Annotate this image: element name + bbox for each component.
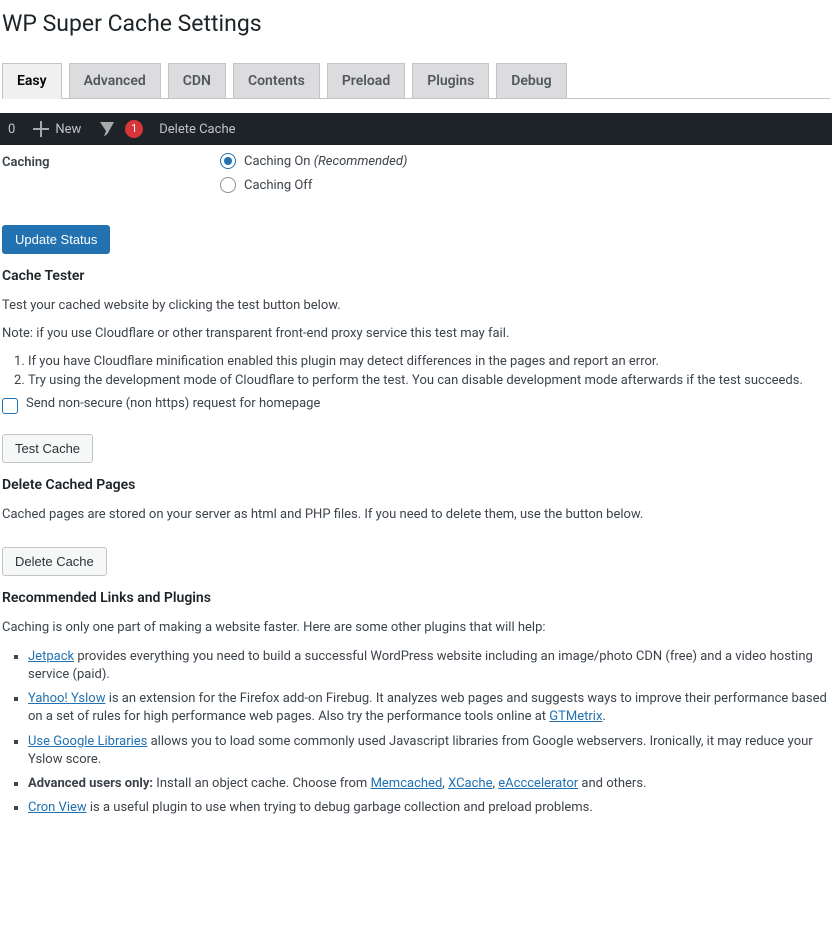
cron-view-link[interactable]: Cron View xyxy=(28,800,87,815)
caching-off-label: Caching Off xyxy=(244,178,312,193)
list-item: Jetpack provides everything you need to … xyxy=(28,648,830,684)
adminbar-new-label: New xyxy=(55,122,81,137)
recommended-intro: Caching is only one part of making a web… xyxy=(2,620,830,635)
eaccelerator-link[interactable]: eAcccelerator xyxy=(498,776,578,791)
cache-tester-heading: Cache Tester xyxy=(2,268,830,284)
jetpack-link[interactable]: Jetpack xyxy=(28,649,74,664)
tab-plugins[interactable]: Plugins xyxy=(412,63,489,98)
list-item: Cron View is a useful plugin to use when… xyxy=(28,799,830,817)
adminbar-new[interactable]: New xyxy=(23,113,89,145)
tab-preload[interactable]: Preload xyxy=(327,63,405,98)
list-item: Use Google Libraries allows you to load … xyxy=(28,733,830,769)
gtmetrix-link[interactable]: GTMetrix xyxy=(549,709,602,724)
yoast-icon xyxy=(97,119,117,139)
adminbar-delete-cache[interactable]: Delete Cache xyxy=(151,113,243,145)
tab-advanced[interactable]: Advanced xyxy=(69,63,161,98)
delete-cache-button[interactable]: Delete Cache xyxy=(2,547,107,576)
caching-on-label: Caching On (Recommended) xyxy=(244,154,407,169)
test-cache-button[interactable]: Test Cache xyxy=(2,434,93,463)
tab-easy[interactable]: Easy xyxy=(2,63,62,99)
list-item: Yahoo! Yslow is an extension for the Fir… xyxy=(28,690,830,726)
list-item: If you have Cloudflare minification enab… xyxy=(28,354,830,369)
plus-icon xyxy=(31,119,51,139)
recommended-list: Jetpack provides everything you need to … xyxy=(2,648,830,818)
page-title: WP Super Cache Settings xyxy=(2,0,830,43)
tester-notes-list: If you have Cloudflare minification enab… xyxy=(2,354,830,388)
tab-debug[interactable]: Debug xyxy=(496,63,566,98)
delete-cached-heading: Delete Cached Pages xyxy=(2,477,830,493)
update-status-button[interactable]: Update Status xyxy=(2,225,110,254)
non-secure-checkbox[interactable] xyxy=(2,398,18,414)
xcache-link[interactable]: XCache xyxy=(448,776,492,791)
google-libraries-link[interactable]: Use Google Libraries xyxy=(28,734,147,749)
tester-intro: Test your cached website by clicking the… xyxy=(2,298,830,313)
notify-badge: 1 xyxy=(125,120,143,138)
adminbar-delete-cache-label: Delete Cache xyxy=(159,122,235,137)
admin-bar: 0 New 1 Delete Cache xyxy=(0,113,832,145)
tabs-nav: Easy Advanced CDN Contents Preload Plugi… xyxy=(2,63,830,99)
list-item: Try using the development mode of Cloudf… xyxy=(28,373,830,388)
advanced-users-label: Advanced users only: xyxy=(28,776,153,791)
adminbar-comments[interactable]: 0 xyxy=(0,113,23,145)
caching-on-radio[interactable] xyxy=(220,153,236,169)
non-secure-label: Send non-secure (non https) request for … xyxy=(26,396,320,411)
tab-cdn[interactable]: CDN xyxy=(168,63,226,98)
yslow-link[interactable]: Yahoo! Yslow xyxy=(28,691,105,706)
tab-contents[interactable]: Contents xyxy=(233,63,320,98)
caching-label: Caching xyxy=(2,151,220,201)
tester-note: Note: if you use Cloudflare or other tra… xyxy=(2,326,830,341)
non-secure-checkbox-row[interactable]: Send non-secure (non https) request for … xyxy=(2,396,830,412)
recommended-heading: Recommended Links and Plugins xyxy=(2,590,830,606)
caching-off-radio[interactable] xyxy=(220,177,236,193)
list-item: Advanced users only: Install an object c… xyxy=(28,775,830,793)
delete-cached-intro: Cached pages are stored on your server a… xyxy=(2,507,830,522)
adminbar-yoast[interactable]: 1 xyxy=(89,113,151,145)
memcached-link[interactable]: Memcached xyxy=(371,776,443,791)
comment-count: 0 xyxy=(8,122,15,137)
